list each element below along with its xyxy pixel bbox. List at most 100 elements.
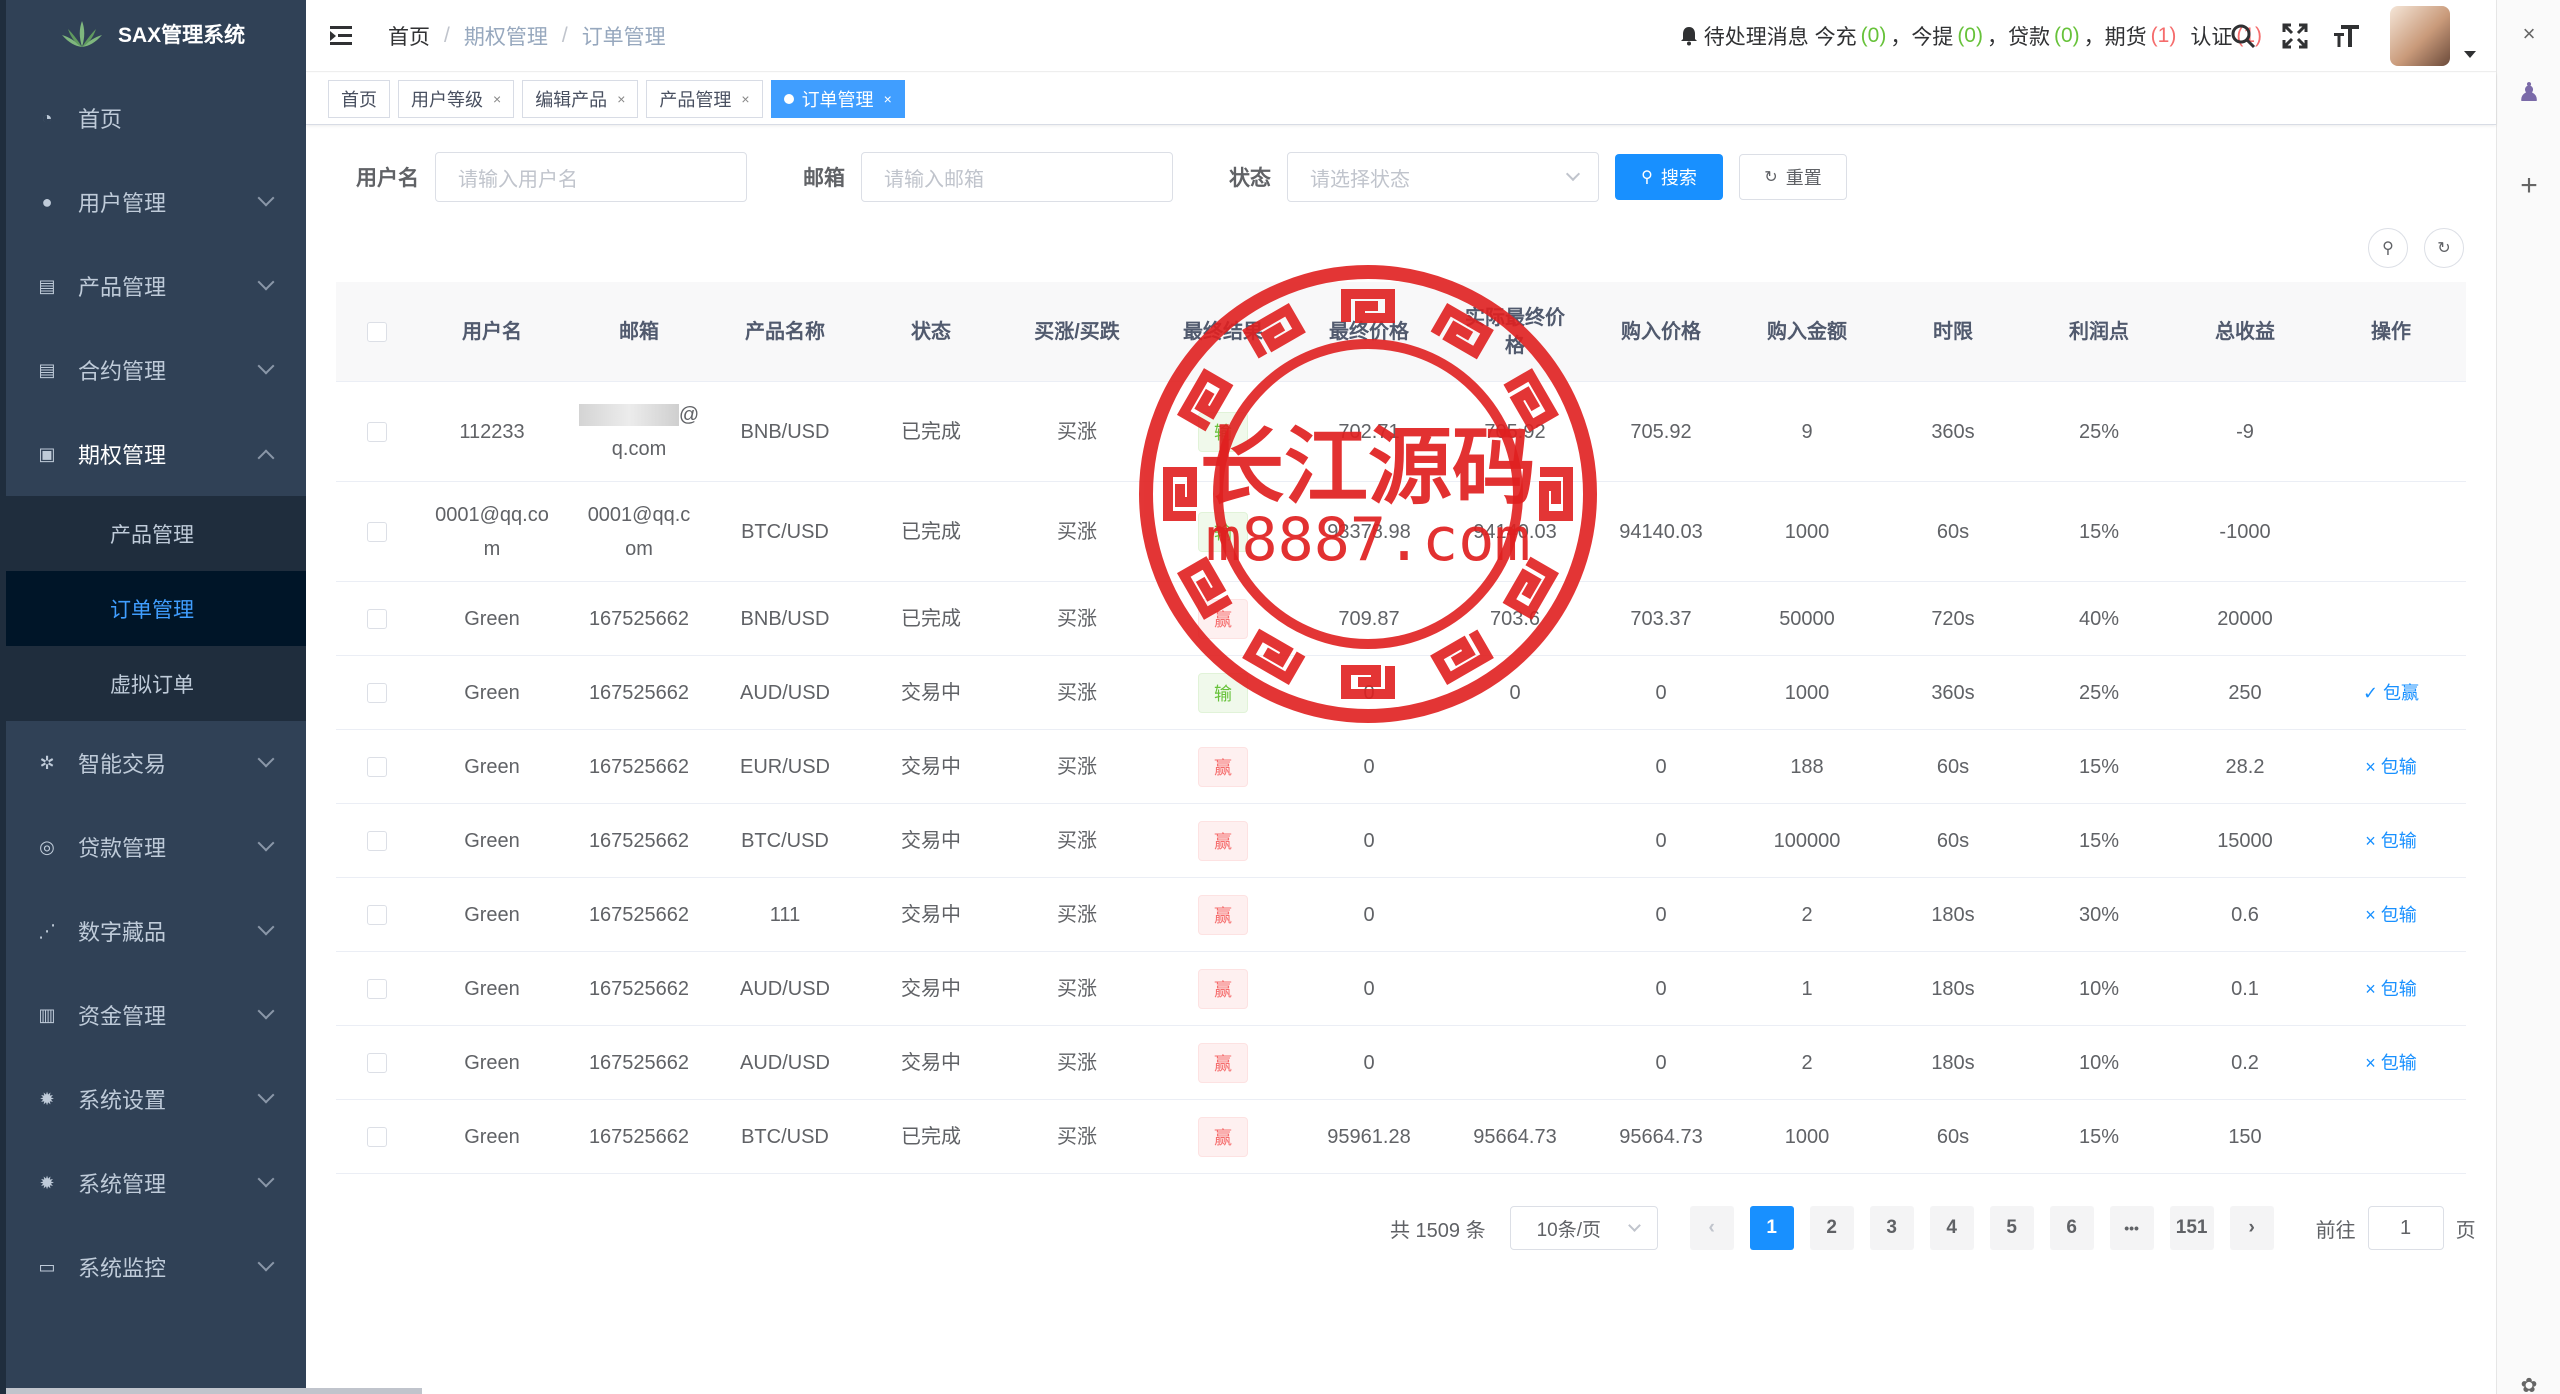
fullscreen-icon[interactable] bbox=[2278, 19, 2312, 53]
row-checkbox[interactable] bbox=[367, 421, 387, 442]
row-checkbox[interactable] bbox=[367, 521, 387, 542]
breadcrumb-home[interactable]: 首页 bbox=[388, 21, 430, 51]
chevron-down-icon[interactable] bbox=[2464, 50, 2476, 58]
wallet-icon: ▥ bbox=[38, 1004, 56, 1025]
page-button[interactable]: 5 bbox=[1989, 1206, 2034, 1250]
page-size-select[interactable]: 10条/页 bbox=[1509, 1206, 1658, 1250]
tag-home[interactable]: 首页 bbox=[328, 79, 390, 118]
select-all-checkbox[interactable] bbox=[367, 321, 387, 342]
table-row: Green 167525662 BNB/USD 已完成 买涨 赢 709.87 703.6 70… bbox=[336, 582, 2466, 656]
table-row: Green 167525662 BTC/USD 已完成 买涨 赢 95961.28 95664… bbox=[336, 1100, 2466, 1174]
cell-actual-final-price: 0 bbox=[1509, 681, 1521, 704]
cell-username: 112233 bbox=[459, 420, 525, 443]
cell-profit-point: 15% bbox=[2078, 520, 2120, 543]
row-checkbox[interactable] bbox=[367, 756, 387, 777]
cell-direction: 买涨 bbox=[1057, 1125, 1097, 1148]
row-checkbox[interactable] bbox=[367, 1126, 387, 1147]
search-icon[interactable] bbox=[2226, 19, 2260, 53]
tag-user-level[interactable]: 用户等级 × bbox=[398, 79, 515, 118]
sidebar-item-contracts[interactable]: ▤ 合约管理 bbox=[0, 328, 306, 412]
share-icon: ⋰ bbox=[38, 920, 56, 941]
hamburger-icon[interactable] bbox=[330, 25, 354, 46]
tag-edit-product[interactable]: 编辑产品 × bbox=[522, 79, 639, 118]
refresh-button[interactable]: ↻ bbox=[2424, 228, 2464, 268]
cell-email: @ q.com bbox=[566, 398, 712, 466]
user-settings-icon[interactable]: ♟ bbox=[2517, 79, 2541, 105]
pending-notice[interactable]: 待处理消息 今充 (0) ， 今提 (0) ， 贷款 (0) ， 期货 (1) … bbox=[1680, 0, 2266, 72]
close-icon[interactable]: × bbox=[741, 91, 749, 107]
row-checkbox[interactable] bbox=[367, 1052, 387, 1073]
toggle-search-button[interactable]: ⚲ bbox=[2368, 228, 2408, 268]
sidebar-subitem-virtual-orders[interactable]: 虚拟订单 bbox=[0, 646, 306, 721]
row-action-link[interactable]: × 包输 bbox=[2365, 905, 2417, 925]
tag-product-management[interactable]: 产品管理 × bbox=[646, 79, 763, 118]
reset-button[interactable]: ↻ 重置 bbox=[1739, 154, 1847, 200]
row-action-link[interactable]: ✓ 包赢 bbox=[2363, 683, 2419, 703]
page-button[interactable]: 2 bbox=[1809, 1206, 1854, 1250]
font-size-icon[interactable] bbox=[2330, 19, 2364, 53]
sidebar-item-funds[interactable]: ▥ 资金管理 bbox=[0, 973, 306, 1057]
page-button[interactable]: 151 bbox=[2169, 1206, 2214, 1250]
search-button[interactable]: ⚲ 搜索 bbox=[1615, 154, 1723, 200]
sidebar-subitem-orders[interactable]: 订单管理 bbox=[0, 571, 306, 646]
cell-buy-price: 95664.73 bbox=[1619, 1125, 1703, 1148]
cell-product: 111 bbox=[769, 903, 801, 926]
status-select[interactable]: 请选择状态 bbox=[1287, 152, 1599, 202]
row-checkbox[interactable] bbox=[367, 608, 387, 629]
cell-buy-amount: 1000 bbox=[1784, 681, 1830, 704]
sidebar-item-nft[interactable]: ⋰ 数字藏品 bbox=[0, 889, 306, 973]
close-icon[interactable]: × bbox=[493, 91, 501, 107]
col-buy-amount: 购入金额 bbox=[1767, 320, 1847, 343]
cell-actual-final-price: 94140.03 bbox=[1473, 520, 1557, 543]
row-checkbox[interactable] bbox=[367, 904, 387, 925]
sidebar-subitem-products[interactable]: 产品管理 bbox=[0, 496, 306, 571]
cell-total-profit: 150 bbox=[2228, 1125, 2262, 1148]
cell-time-limit: 60s bbox=[1936, 829, 1970, 852]
page-button[interactable]: 6 bbox=[2049, 1206, 2094, 1250]
prev-page-button[interactable]: ‹ bbox=[1689, 1206, 1734, 1250]
cell-total-profit: 0.1 bbox=[2231, 977, 2259, 1000]
sidebar-item-users[interactable]: ● 用户管理 bbox=[0, 160, 306, 244]
sidebar-item-loans[interactable]: ◎ 贷款管理 bbox=[0, 805, 306, 889]
sidebar-item-options[interactable]: ▣ 期权管理 bbox=[0, 412, 306, 496]
cell-time-limit: 180s bbox=[1931, 1051, 1975, 1074]
close-icon[interactable]: × bbox=[617, 91, 625, 107]
sidebar-item-system-management[interactable]: ✹ 系统管理 bbox=[0, 1141, 306, 1225]
page-button[interactable]: 1 bbox=[1749, 1206, 1794, 1250]
cell-buy-price: 94140.03 bbox=[1619, 520, 1703, 543]
goto-page-input[interactable]: 1 bbox=[2367, 1206, 2444, 1250]
row-action-link[interactable]: × 包输 bbox=[2365, 831, 2417, 851]
sidebar-item-products[interactable]: ▤ 产品管理 bbox=[0, 244, 306, 328]
chevron-down-icon bbox=[257, 1254, 275, 1272]
page-ellipsis[interactable]: ••• bbox=[2109, 1206, 2154, 1250]
sidebar-item-home[interactable]: ◔ 首页 bbox=[0, 76, 306, 160]
tags-view: 首页 用户等级 × 编辑产品 × 产品管理 × 订单管理 × bbox=[306, 73, 2496, 125]
add-icon[interactable]: + bbox=[2517, 171, 2541, 201]
row-checkbox[interactable] bbox=[367, 978, 387, 999]
gear-icon[interactable]: ✿ bbox=[2517, 1374, 2541, 1394]
row-checkbox[interactable] bbox=[367, 830, 387, 851]
cell-buy-price: 0 bbox=[1655, 829, 1667, 852]
row-action-link[interactable]: × 包输 bbox=[2365, 757, 2417, 777]
close-icon[interactable]: × bbox=[2517, 22, 2541, 46]
next-page-button[interactable]: › bbox=[2229, 1206, 2274, 1250]
page-button[interactable]: 4 bbox=[1929, 1206, 1974, 1250]
row-action-link[interactable]: × 包输 bbox=[2365, 979, 2417, 999]
avatar[interactable] bbox=[2390, 6, 2450, 66]
horizontal-scrollbar[interactable] bbox=[6, 1388, 422, 1394]
col-profit-point: 利润点 bbox=[2069, 320, 2129, 343]
sidebar-item-smart-trading[interactable]: ✲ 智能交易 bbox=[0, 721, 306, 805]
logo-icon bbox=[62, 21, 102, 47]
row-action-link[interactable]: × 包输 bbox=[2365, 1053, 2417, 1073]
app-window: SAX管理系统 ◔ 首页 ● 用户管理 ▤ 产品管理 ▤ 合约管理 ▣ 期权管理… bbox=[0, 0, 2560, 1394]
app-logo[interactable]: SAX管理系统 bbox=[0, 0, 306, 68]
tag-order-management[interactable]: 订单管理 × bbox=[770, 79, 905, 118]
sidebar-item-system-monitor[interactable]: ▭ 系统监控 bbox=[0, 1225, 306, 1309]
page-button[interactable]: 3 bbox=[1869, 1206, 1914, 1250]
col-username: 用户名 bbox=[462, 320, 522, 343]
close-icon[interactable]: × bbox=[884, 91, 892, 107]
email-input[interactable]: 请输入邮箱 bbox=[861, 152, 1173, 202]
sidebar-item-system-settings[interactable]: ✹ 系统设置 bbox=[0, 1057, 306, 1141]
username-input[interactable]: 请输入用户名 bbox=[435, 152, 747, 202]
row-checkbox[interactable] bbox=[367, 682, 387, 703]
